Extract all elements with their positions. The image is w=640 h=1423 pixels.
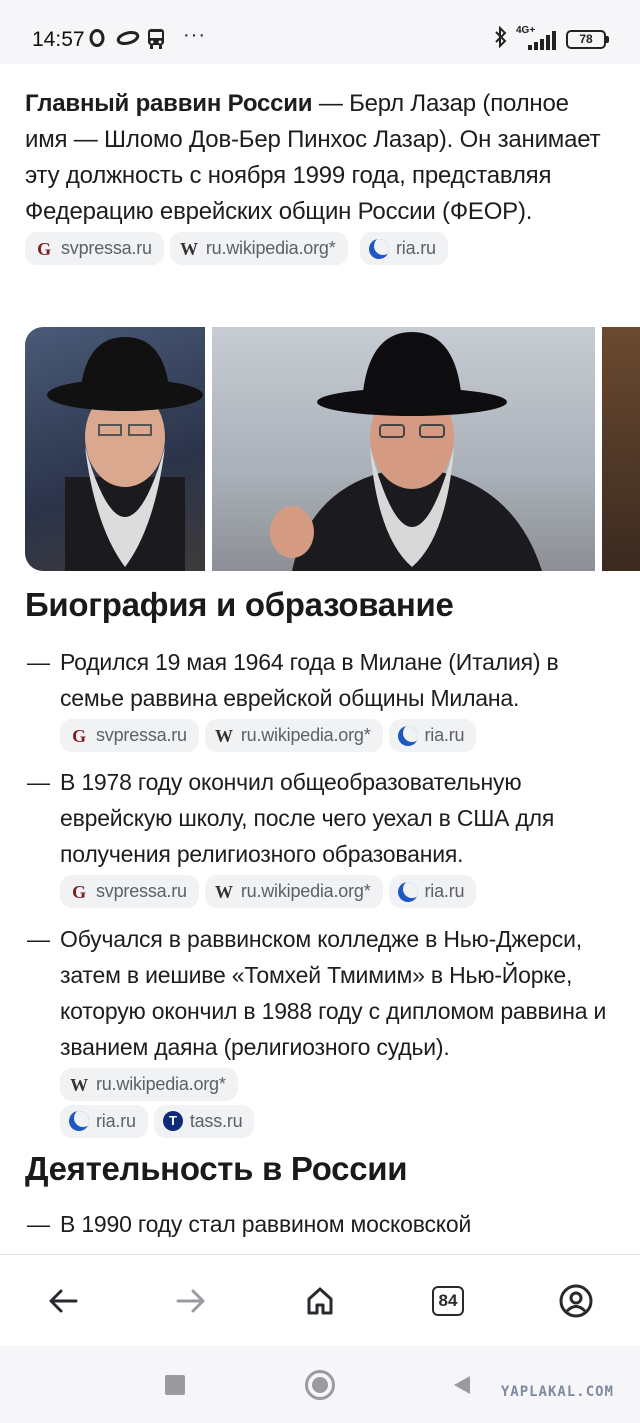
- home-circle-icon[interactable]: [305, 1370, 335, 1400]
- source-chip-tass[interactable]: Ttass.ru: [153, 1104, 255, 1138]
- list-item: — Родился 19 мая 1964 года в Милане (Ита…: [25, 644, 615, 753]
- wikipedia-icon: W: [214, 881, 233, 902]
- carousel-image-1[interactable]: [25, 327, 205, 571]
- source-chip-wikipedia[interactable]: Wru.wikipedia.org*: [60, 1068, 238, 1102]
- list-dash: —: [27, 769, 50, 795]
- more-notifications-icon: ···: [183, 24, 206, 46]
- ria-icon: [368, 238, 389, 259]
- watermark-text: YAPLAKAL.COM: [500, 1384, 614, 1400]
- signal-icon: 4G+: [516, 25, 558, 51]
- wikipedia-icon: W: [179, 238, 198, 259]
- bus-icon: [146, 28, 166, 55]
- source-chip-svpressa[interactable]: Gsvpressa.ru: [60, 719, 199, 753]
- o-notification-icon: [88, 28, 106, 53]
- list-dash: —: [27, 926, 50, 952]
- status-bar: 14:57 ··· 4G+ 78: [0, 0, 640, 64]
- battery-icon: 78: [566, 30, 609, 49]
- list-dash: —: [27, 1211, 50, 1237]
- list-item: — Обучался в раввинском колледже в Нью-Д…: [25, 921, 615, 1138]
- intro-paragraph: Главный раввин России — Берл Лазар (полн…: [25, 86, 615, 266]
- source-chip-ria[interactable]: ria.ru: [60, 1104, 148, 1138]
- tass-icon: T: [162, 1111, 183, 1132]
- source-chip-svpressa[interactable]: Gsvpressa.ru: [60, 875, 199, 909]
- back-triangle-icon[interactable]: [452, 1374, 472, 1401]
- carousel-image-3[interactable]: [602, 327, 640, 571]
- svpressa-icon: G: [72, 881, 86, 902]
- list-item-text: В 1978 году окончил общеобразовательную …: [60, 769, 555, 867]
- source-chip-wikipedia[interactable]: Wru.wikipedia.org*: [204, 875, 383, 909]
- status-time: 14:57: [32, 28, 85, 51]
- recents-icon[interactable]: [165, 1375, 185, 1395]
- svpressa-icon: G: [37, 238, 51, 259]
- tabs-count: 84: [432, 1286, 464, 1316]
- wikipedia-icon: W: [214, 725, 233, 746]
- answer-content: Главный раввин России — Берл Лазар (полн…: [0, 64, 640, 1254]
- wikipedia-icon: W: [70, 1074, 88, 1095]
- home-icon[interactable]: [300, 1281, 340, 1321]
- ria-icon: [397, 881, 418, 902]
- source-chip-wikipedia[interactable]: Wru.wikipedia.org*: [169, 232, 348, 266]
- infinity-app-icon: [116, 28, 140, 53]
- svpressa-icon: G: [72, 725, 86, 746]
- bluetooth-icon: [494, 25, 508, 53]
- back-icon[interactable]: [43, 1281, 83, 1321]
- list-item-text: Родился 19 мая 1964 года в Милане (Итали…: [60, 649, 559, 711]
- source-chip-svpressa[interactable]: Gsvpressa.ru: [25, 232, 164, 266]
- list-item-text: Обучался в раввинском колледже в Нью-Дже…: [60, 926, 607, 1060]
- tabs-icon[interactable]: 84: [428, 1281, 468, 1321]
- source-chip-ria[interactable]: ria.ru: [388, 719, 477, 753]
- list-item: — В 1978 году окончил общеобразовательну…: [25, 764, 615, 909]
- system-navigation-bar: YAPLAKAL.COM: [0, 1346, 640, 1423]
- profile-icon[interactable]: [556, 1281, 596, 1321]
- ria-icon: [397, 725, 418, 746]
- section-title-biography: Биография и образование: [25, 586, 454, 623]
- browser-bottom-bar: 84: [0, 1254, 640, 1346]
- image-carousel[interactable]: [25, 327, 640, 571]
- source-chip-ria[interactable]: ria.ru: [388, 875, 477, 909]
- ria-icon: [69, 1111, 89, 1132]
- list-item: — В 1990 году стал раввином московской: [25, 1206, 615, 1242]
- carousel-image-2[interactable]: [212, 327, 595, 571]
- section-title-russia: Деятельность в России: [25, 1150, 408, 1187]
- list-dash: —: [27, 649, 50, 675]
- source-chip-wikipedia[interactable]: Wru.wikipedia.org*: [204, 719, 383, 753]
- intro-bold: Главный раввин России: [25, 90, 313, 117]
- forward-icon[interactable]: [171, 1281, 211, 1321]
- source-chip-ria[interactable]: ria.ru: [359, 232, 448, 266]
- list-item-text: В 1990 году стал раввином московской: [60, 1211, 472, 1237]
